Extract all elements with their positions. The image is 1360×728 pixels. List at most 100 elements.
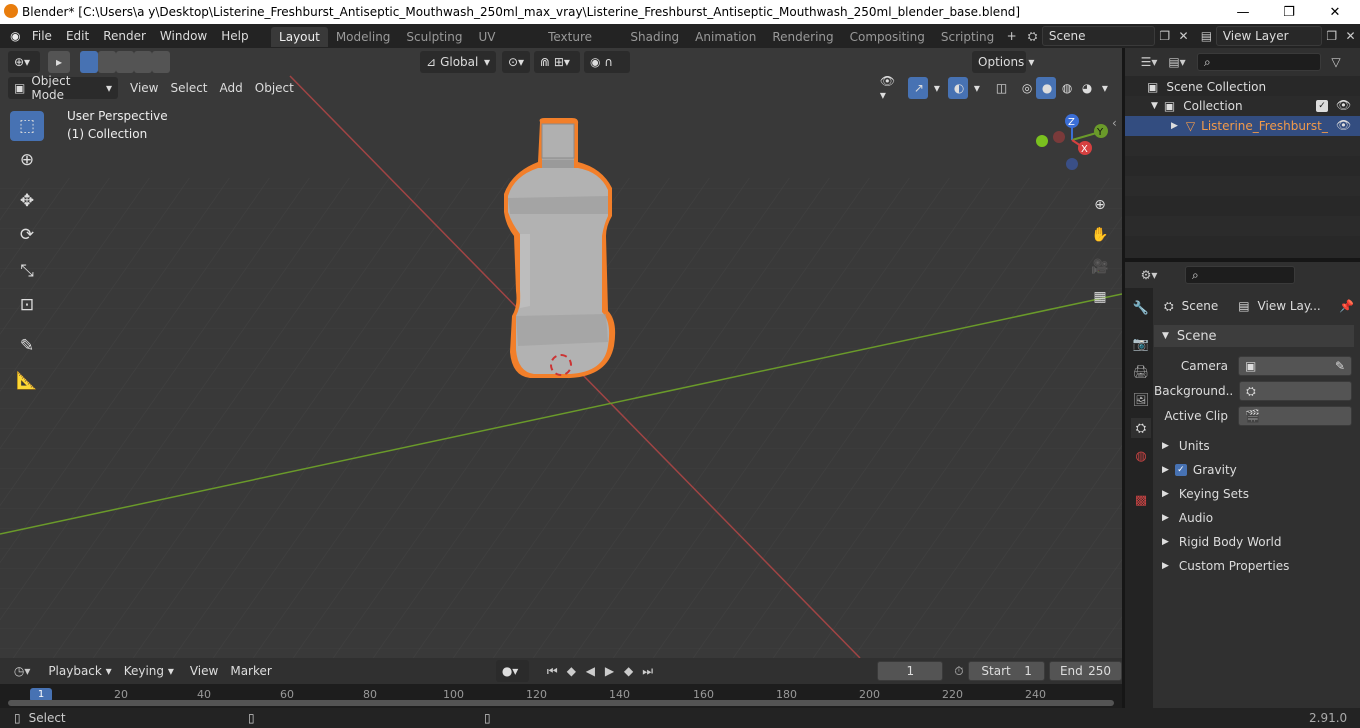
camera-view-icon[interactable]: 🎥 [1087, 254, 1113, 280]
select-box-tool-icon[interactable]: ⬚ [10, 111, 44, 141]
transform-orientation-dropdown[interactable]: ⊿ Global ▾ [420, 51, 496, 73]
timeline-menu-view[interactable]: View [184, 660, 224, 682]
end-frame-field[interactable]: End 250 [1048, 661, 1122, 681]
tab-texture-paint[interactable]: Texture Paint [540, 27, 622, 64]
select-subtract-icon[interactable] [116, 51, 134, 73]
viewport-menu-view[interactable]: View [124, 77, 164, 99]
wireframe-shading-icon[interactable]: ◎ [1016, 77, 1036, 99]
select-invert-icon[interactable] [134, 51, 152, 73]
timeline-scrollbar[interactable] [8, 700, 1114, 706]
timeline-menu-playback[interactable]: Playback ▾ [42, 660, 117, 682]
tab-layout[interactable]: Layout [271, 27, 328, 47]
select-extend-icon[interactable] [98, 51, 116, 73]
tab-shading[interactable]: Shading [622, 27, 687, 47]
material-shading-icon[interactable]: ◍ [1056, 77, 1076, 99]
move-tool-icon[interactable]: ✥ [10, 186, 44, 216]
perspective-grid-icon[interactable]: ▦ [1087, 284, 1113, 310]
add-workspace-icon[interactable]: + [1002, 25, 1021, 47]
stopwatch-icon[interactable]: ⏱ [949, 660, 968, 682]
tab-rendering[interactable]: Rendering [764, 27, 841, 47]
scene-icon[interactable]: ⛭ [1023, 25, 1042, 47]
tab-animation[interactable]: Animation [687, 27, 764, 47]
custom-properties-subpanel[interactable]: ▶ Custom Properties [1154, 555, 1354, 577]
editor-type-icon[interactable]: ⊕▾ [8, 51, 40, 73]
mode-dropdown[interactable]: ▣ Object Mode ▾ [8, 74, 118, 102]
blender-menu-icon[interactable]: ◉ [6, 25, 25, 47]
chevron-down-icon[interactable]: ▾ [928, 77, 944, 99]
sidebar-toggle-icon[interactable]: ‹ [1112, 116, 1117, 130]
new-view-layer-icon[interactable]: ❐ [1322, 25, 1341, 47]
render-tab-icon[interactable]: 📷 [1131, 334, 1151, 354]
gizmo-toggle-icon[interactable]: ↗ [907, 77, 928, 99]
menu-file[interactable]: File [25, 24, 59, 48]
timeline-editor-icon[interactable]: ◷▾ [10, 660, 34, 682]
active-clip-field[interactable]: 🎬 [1238, 406, 1352, 426]
play-reverse-icon[interactable]: ◀ [581, 660, 600, 682]
scale-tool-icon[interactable]: ⤡ [10, 256, 44, 286]
current-frame-field[interactable]: 1 [877, 661, 944, 681]
timeline-menu-marker[interactable]: Marker [224, 660, 277, 682]
rendered-shading-icon[interactable]: ◕ [1076, 77, 1096, 99]
properties-search-input[interactable]: ⌕ [1185, 266, 1295, 284]
navigation-gizmo[interactable]: Z Y X [1030, 112, 1120, 192]
visibility-eye-icon[interactable]: 👁 [1336, 118, 1351, 132]
outliner-search-input[interactable]: ⌕ [1197, 53, 1321, 71]
eyedropper-icon[interactable]: ✎ [1335, 359, 1345, 373]
close-window-button[interactable]: ✕ [1312, 0, 1358, 24]
outliner-editor-icon[interactable]: ☰▾ [1135, 51, 1163, 73]
menu-render[interactable]: Render [96, 24, 153, 48]
menu-window[interactable]: Window [153, 24, 214, 48]
output-tab-icon[interactable]: 🖨 [1131, 362, 1151, 382]
prev-keyframe-icon[interactable]: ◆ [562, 660, 581, 682]
jump-start-icon[interactable]: ⏮ [543, 660, 562, 682]
tab-compositing[interactable]: Compositing [842, 27, 933, 47]
start-frame-field[interactable]: Start 1 [968, 661, 1045, 681]
background-scene-field[interactable]: ⛭ [1239, 381, 1352, 401]
transform-tool-icon[interactable]: ⊡ [10, 290, 44, 320]
3d-viewport[interactable]: ⊕▾ ▸ ⊿ Global ▾ ⊙▾ ⋒ ⊞▾ ◉ ∩ Options ▾ ▣ … [0, 48, 1122, 658]
rotate-tool-icon[interactable]: ⟳ [10, 220, 44, 250]
viewport-menu-select[interactable]: Select [164, 77, 213, 99]
select-tool-icon[interactable]: ▸ [48, 51, 70, 73]
select-new-icon[interactable] [80, 51, 98, 73]
timeline-ruler[interactable]: 1 20 40 60 80 100 120 140 160 180 200 22… [0, 684, 1122, 708]
new-scene-icon[interactable]: ❐ [1155, 25, 1174, 47]
filter-icon[interactable]: ▽ [1325, 51, 1347, 73]
tab-modeling[interactable]: Modeling [328, 27, 399, 47]
audio-subpanel[interactable]: ▶ Audio [1154, 507, 1354, 529]
units-subpanel[interactable]: ▶ Units [1154, 435, 1354, 457]
pan-hand-icon[interactable]: ✋ [1087, 222, 1113, 248]
keying-sets-subpanel[interactable]: ▶ Keying Sets [1154, 483, 1354, 505]
exclude-checkbox[interactable]: ✓ [1316, 100, 1328, 112]
select-intersect-icon[interactable] [152, 51, 170, 73]
auto-keying-icon[interactable]: ●▾ [495, 660, 529, 682]
maximize-button[interactable]: ❐ [1266, 0, 1312, 24]
solid-shading-icon[interactable]: ● [1035, 77, 1056, 99]
visibility-icon[interactable]: 👁▾ [874, 74, 904, 102]
outliner-row-listerine[interactable]: ▶ ▽ Listerine_Freshburst_ 👁 [1125, 116, 1360, 136]
view-layer-icon[interactable]: ▤ [1197, 25, 1216, 47]
viewport-menu-object[interactable]: Object [249, 77, 300, 99]
minimize-button[interactable]: — [1220, 0, 1266, 24]
jump-end-icon[interactable]: ⏭ [638, 660, 657, 682]
measure-tool-icon[interactable]: 📐 [10, 366, 44, 396]
chevron-down-icon[interactable]: ▾ [968, 77, 984, 99]
tab-uv-editing[interactable]: UV Editing [470, 27, 540, 64]
delete-scene-icon[interactable]: ✕ [1174, 25, 1193, 47]
viewport-menu-add[interactable]: Add [214, 77, 249, 99]
mouthwash-bottle-object[interactable] [490, 116, 630, 386]
next-keyframe-icon[interactable]: ◆ [619, 660, 638, 682]
options-dropdown[interactable]: Options ▾ [972, 51, 1034, 73]
scene-selector[interactable]: Scene [1041, 26, 1156, 46]
pivot-point-icon[interactable]: ⊙▾ [502, 51, 530, 73]
world-tab-icon[interactable]: ◍ [1131, 446, 1151, 466]
scene-panel-header[interactable]: ▼ Scene [1154, 325, 1354, 347]
zoom-icon[interactable]: ⊕ [1087, 192, 1113, 218]
scene-tab-icon[interactable]: ⛭ [1131, 418, 1151, 438]
visibility-eye-icon[interactable]: 👁 [1336, 98, 1351, 112]
play-icon[interactable]: ▶ [600, 660, 619, 682]
outliner-row-scene-collection[interactable]: ▣ Scene Collection [1125, 77, 1360, 97]
camera-field[interactable]: ▣ ✎ [1238, 356, 1352, 376]
proportional-edit-icon[interactable]: ◉ ∩ [584, 51, 630, 73]
menu-help[interactable]: Help [214, 24, 255, 48]
